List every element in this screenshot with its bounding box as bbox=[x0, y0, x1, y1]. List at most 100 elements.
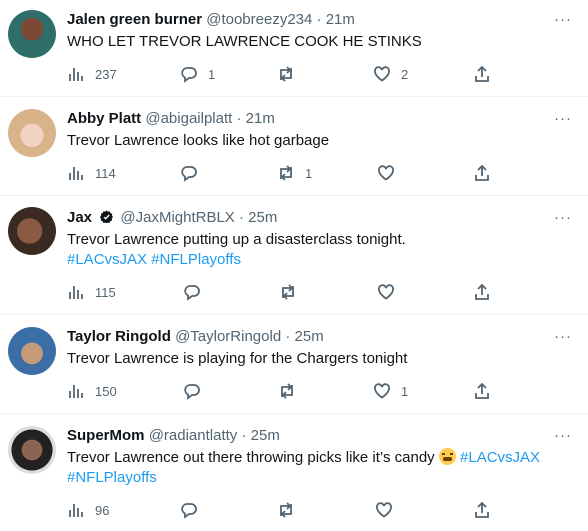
author-name[interactable]: Taylor Ringold bbox=[67, 328, 171, 345]
tweet-text: WHO LET TREVOR LAWRENCE COOK HE STINKS bbox=[67, 32, 567, 52]
author-name[interactable]: Jax bbox=[67, 209, 92, 226]
tweet-text-content: Trevor Lawrence is playing for the Charg… bbox=[67, 350, 408, 367]
retweet-icon bbox=[282, 284, 294, 300]
reply-count: 1 bbox=[208, 66, 216, 82]
like-button[interactable] bbox=[377, 282, 405, 302]
author-name[interactable]: Abby Platt bbox=[67, 110, 141, 127]
tweet-text: Trevor Lawrence out there throwing picks… bbox=[67, 448, 567, 488]
separator-dot: · bbox=[241, 427, 247, 444]
retweet-button[interactable] bbox=[277, 500, 305, 520]
retweet-icon bbox=[281, 383, 293, 399]
retweet-button[interactable]: 1 bbox=[277, 163, 312, 183]
views-button[interactable]: 150 bbox=[67, 381, 117, 401]
tweet-text-content: Trevor Lawrence putting up a disastercla… bbox=[67, 231, 406, 248]
reply-button[interactable] bbox=[183, 282, 211, 302]
views-icon bbox=[69, 167, 83, 180]
share-button[interactable] bbox=[473, 282, 491, 302]
retweet-icon bbox=[280, 165, 292, 181]
avatar[interactable] bbox=[8, 327, 56, 375]
views-icon bbox=[69, 504, 83, 517]
timestamp[interactable]: 21m bbox=[326, 11, 355, 28]
tweet-actions: 237 1 2 bbox=[67, 64, 567, 84]
tweet[interactable]: Taylor Ringold @TaylorRingold · 25m ··· … bbox=[0, 315, 588, 414]
tweet-actions: 115 bbox=[67, 282, 567, 302]
like-button[interactable] bbox=[375, 500, 403, 520]
share-button[interactable] bbox=[473, 500, 491, 520]
reply-icon bbox=[184, 285, 200, 301]
tweet[interactable]: SuperMom @radiantlatty · 25m ··· Trevor … bbox=[0, 414, 588, 531]
hashtag-link[interactable]: #LACvsJAX bbox=[460, 449, 540, 466]
views-icon bbox=[69, 385, 83, 398]
like-button[interactable]: 2 bbox=[373, 64, 408, 84]
retweet-count: 1 bbox=[305, 165, 313, 181]
reply-button[interactable] bbox=[183, 381, 211, 401]
reply-button[interactable] bbox=[180, 163, 208, 183]
more-options-icon[interactable]: ··· bbox=[554, 428, 572, 443]
heart-icon bbox=[374, 66, 390, 82]
avatar[interactable] bbox=[8, 207, 56, 255]
share-icon bbox=[475, 501, 489, 518]
tweet[interactable]: Abby Platt @abigailplatt · 21m ··· Trevo… bbox=[0, 97, 588, 196]
author-handle[interactable]: @toobreezy234 bbox=[206, 11, 312, 28]
avatar[interactable] bbox=[8, 426, 56, 474]
views-icon bbox=[69, 286, 83, 299]
views-button[interactable]: 114 bbox=[67, 163, 116, 183]
retweet-button[interactable] bbox=[277, 64, 305, 84]
tired-face-emoji-icon bbox=[438, 448, 456, 465]
timestamp[interactable]: 21m bbox=[246, 110, 275, 127]
more-options-icon[interactable]: ··· bbox=[554, 12, 572, 27]
like-button[interactable]: 1 bbox=[373, 381, 408, 401]
share-button[interactable] bbox=[473, 163, 491, 183]
retweet-button[interactable] bbox=[279, 282, 307, 302]
hashtag-links[interactable]: #LACvsJAX #NFLPlayoffs bbox=[67, 250, 567, 270]
reply-icon bbox=[181, 503, 197, 519]
author-name[interactable]: Jalen green burner bbox=[67, 11, 202, 28]
views-count: 237 bbox=[95, 66, 117, 82]
like-button[interactable] bbox=[377, 163, 405, 183]
timestamp[interactable]: 25m bbox=[295, 328, 324, 345]
timestamp[interactable]: 25m bbox=[251, 427, 280, 444]
share-button[interactable] bbox=[473, 64, 491, 84]
reply-icon bbox=[181, 67, 197, 83]
like-count: 2 bbox=[401, 66, 409, 82]
separator-dot: · bbox=[316, 11, 322, 28]
reply-icon bbox=[181, 166, 197, 182]
author-handle[interactable]: @radiantlatty bbox=[149, 427, 238, 444]
views-icon bbox=[69, 68, 83, 81]
heart-icon bbox=[376, 502, 392, 518]
views-count: 96 bbox=[95, 502, 110, 518]
timestamp[interactable]: 25m bbox=[248, 209, 277, 226]
more-options-icon[interactable]: ··· bbox=[554, 329, 572, 344]
tweet[interactable]: Jalen green burner @toobreezy234 · 21m ·… bbox=[0, 0, 588, 97]
author-handle[interactable]: @JaxMightRBLX bbox=[120, 209, 234, 226]
views-button[interactable]: 237 bbox=[67, 64, 117, 84]
more-options-icon[interactable]: ··· bbox=[554, 210, 572, 225]
retweet-button[interactable] bbox=[278, 381, 306, 401]
reply-button[interactable]: 1 bbox=[180, 64, 215, 84]
share-button[interactable] bbox=[473, 381, 491, 401]
hashtag-link[interactable]: #NFLPlayoffs bbox=[67, 468, 567, 488]
author-name[interactable]: SuperMom bbox=[67, 427, 145, 444]
tweet-actions: 114 1 bbox=[67, 163, 567, 183]
retweet-icon bbox=[280, 66, 292, 82]
avatar[interactable] bbox=[8, 10, 56, 58]
views-button[interactable]: 96 bbox=[67, 500, 109, 520]
heart-icon bbox=[378, 284, 394, 300]
tweet[interactable]: Jax @JaxMightRBLX · 25m ··· Trevor Lawre… bbox=[0, 196, 588, 315]
reply-icon bbox=[184, 384, 200, 400]
like-count: 1 bbox=[401, 383, 409, 399]
tweet-text: Trevor Lawrence putting up a disastercla… bbox=[67, 230, 567, 270]
heart-icon bbox=[378, 165, 394, 181]
author-handle[interactable]: @TaylorRingold bbox=[175, 328, 281, 345]
share-icon bbox=[475, 382, 489, 399]
separator-dot: · bbox=[285, 328, 291, 345]
avatar[interactable] bbox=[8, 109, 56, 157]
author-handle[interactable]: @abigailplatt bbox=[145, 110, 232, 127]
tweet-text: Trevor Lawrence looks like hot garbage bbox=[67, 131, 567, 151]
views-count: 115 bbox=[95, 284, 116, 300]
share-icon bbox=[475, 65, 489, 82]
tweet-text-content: Trevor Lawrence out there throwing picks… bbox=[67, 449, 435, 466]
views-button[interactable]: 115 bbox=[67, 282, 116, 302]
reply-button[interactable] bbox=[180, 500, 208, 520]
more-options-icon[interactable]: ··· bbox=[554, 111, 572, 126]
